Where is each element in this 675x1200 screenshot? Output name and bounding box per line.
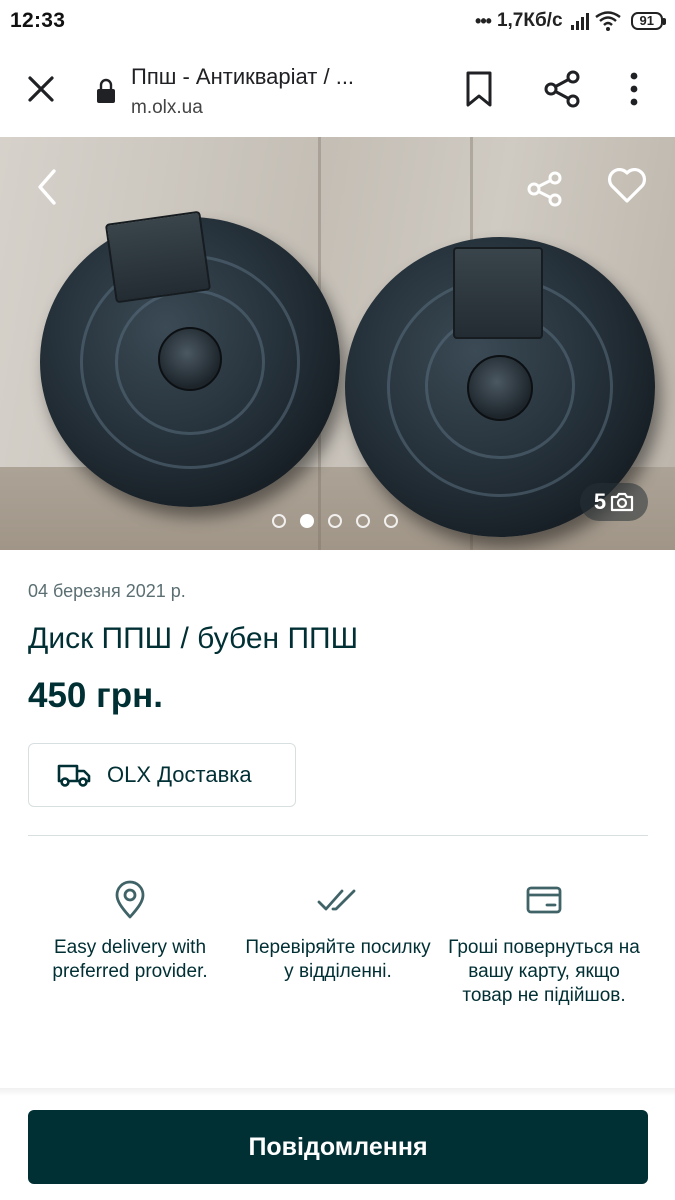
- bottom-bar-shadow: [0, 1088, 675, 1096]
- gallery-pagination: [272, 514, 398, 528]
- lock-icon: [97, 78, 115, 103]
- message-button[interactable]: Повідомлення: [28, 1110, 648, 1184]
- feature-easy-delivery: Easy delivery with preferred provider.: [30, 880, 230, 984]
- feature-check-parcel: Перевіряйте посилку у відділенні.: [238, 880, 438, 984]
- photo-gallery[interactable]: 5: [0, 137, 675, 550]
- heart-icon[interactable]: [606, 165, 648, 205]
- notification-dots-icon: •••: [475, 10, 492, 31]
- close-icon[interactable]: [24, 72, 58, 106]
- photo-drum-left: [40, 210, 340, 507]
- status-bar: 12:33 ••• 1,7Кб/с 91: [0, 0, 675, 44]
- share-icon[interactable]: [542, 69, 582, 109]
- delivery-truck-icon: [57, 764, 91, 787]
- feature-text: Перевіряйте посилку у відділенні.: [245, 937, 431, 982]
- browser-toolbar: Ппш - Антикваріат / ... m.olx.ua: [0, 44, 675, 137]
- listing-date: 04 березня 2021 р.: [28, 581, 186, 601]
- status-time: 12:33: [10, 9, 66, 32]
- listing-title: Диск ППШ / бубен ППШ: [28, 622, 359, 655]
- page-title[interactable]: Ппш - Антикваріат / ...: [131, 64, 431, 90]
- feature-text: Гроші повернуться на вашу карту, якщо то…: [448, 937, 640, 1006]
- gallery-dot[interactable]: [328, 514, 342, 528]
- status-indicators: ••• 1,7Кб/с 91: [475, 8, 667, 34]
- bookmark-icon[interactable]: [462, 70, 496, 108]
- divider: [28, 835, 648, 836]
- olx-delivery-button[interactable]: OLX Доставка: [28, 743, 296, 807]
- battery-icon: 91: [630, 12, 667, 30]
- credit-card-icon: [526, 886, 562, 914]
- double-check-icon: [317, 889, 356, 911]
- gallery-dot[interactable]: [272, 514, 286, 528]
- listing-price: 450 грн.: [28, 676, 163, 715]
- url-text[interactable]: m.olx.ua: [131, 97, 203, 119]
- signal-strength-icon: [570, 12, 589, 30]
- feature-text: Easy delivery with preferred provider.: [52, 937, 208, 982]
- more-menu-icon[interactable]: [622, 69, 646, 109]
- chevron-left-icon[interactable]: [30, 167, 66, 207]
- network-speed: 1,7Кб/с: [496, 10, 563, 31]
- gallery-dot[interactable]: [384, 514, 398, 528]
- gallery-dot[interactable]: [300, 514, 314, 528]
- camera-icon: [611, 492, 634, 512]
- photo-count-badge[interactable]: 5: [580, 483, 648, 521]
- delivery-label: OLX Доставка: [107, 762, 252, 787]
- feature-money-back: Гроші повернуться на вашу карту, якщо то…: [444, 880, 644, 1008]
- photo-count: 5: [593, 489, 607, 514]
- wifi-icon: [594, 11, 621, 31]
- location-pin-icon: [115, 880, 145, 919]
- gallery-dot[interactable]: [356, 514, 370, 528]
- share-icon[interactable]: [524, 169, 566, 209]
